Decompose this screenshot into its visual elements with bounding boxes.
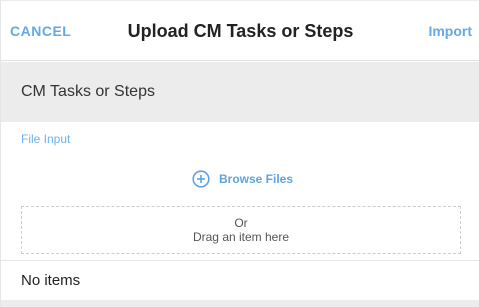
empty-list-text: No items [21, 272, 81, 289]
browse-files-button[interactable]: Browse Files [192, 169, 293, 189]
dropzone-hint-text: Drag an item here [192, 230, 290, 244]
section-title: CM Tasks or Steps [21, 83, 155, 100]
empty-list: No items [1, 260, 479, 300]
upload-dialog: CANCEL Upload CM Tasks or Steps Import C… [0, 0, 479, 307]
file-input-label: File Input [21, 132, 71, 146]
file-dropzone[interactable]: Or Drag an item here [21, 206, 461, 254]
browse-files-label: Browse Files [219, 172, 294, 186]
dialog-title: Upload CM Tasks or Steps [127, 20, 354, 41]
dropzone-or-text: Or [234, 216, 248, 230]
section-header: CM Tasks or Steps [1, 62, 479, 122]
dialog-header: CANCEL Upload CM Tasks or Steps Import [1, 1, 479, 61]
footer-bar [1, 300, 479, 307]
plus-circle-icon [192, 170, 210, 188]
cancel-button[interactable]: CANCEL [10, 23, 71, 39]
import-button[interactable]: Import [428, 23, 472, 39]
